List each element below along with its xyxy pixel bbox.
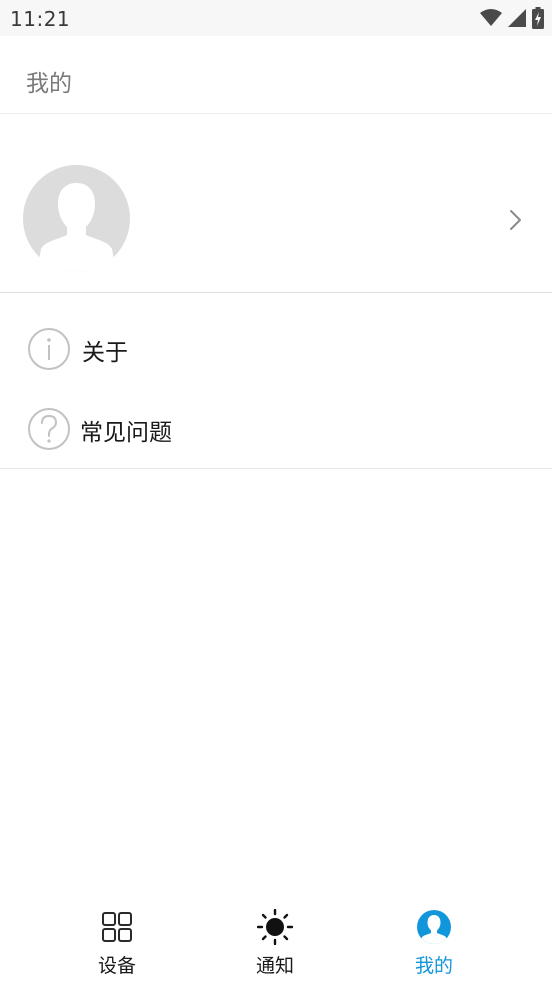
battery-icon — [532, 7, 544, 29]
menu-item-faq[interactable]: 常见问题 — [0, 389, 552, 469]
tab-me[interactable]: 我的 — [374, 895, 494, 983]
tab-label: 我的 — [414, 955, 453, 977]
tab-label: 通知 — [255, 955, 294, 977]
status-time: 11:21 — [10, 7, 71, 31]
app-bar: 我的 — [0, 36, 552, 114]
menu-item-about[interactable]: 关于 — [0, 309, 552, 389]
menu-item-label: 常见问题 — [80, 420, 172, 446]
grid-icon — [102, 912, 132, 942]
bottom-nav: 设备 通知 我的 — [0, 895, 552, 983]
tab-devices[interactable]: 设备 — [57, 895, 177, 983]
page-title: 我的 — [26, 71, 72, 97]
signal-icon — [508, 9, 526, 27]
info-icon — [28, 328, 70, 370]
tab-notifications[interactable]: 通知 — [215, 895, 335, 983]
menu-item-label: 关于 — [82, 340, 128, 366]
wifi-icon — [480, 9, 502, 26]
tab-label: 设备 — [97, 955, 136, 977]
status-bar: 11:21 — [0, 0, 552, 36]
avatar-icon[interactable] — [23, 165, 130, 272]
divider — [0, 468, 552, 469]
person-icon — [417, 910, 451, 944]
status-icons — [480, 6, 544, 30]
help-icon — [28, 408, 70, 450]
sun-icon — [257, 909, 293, 945]
profile-row[interactable] — [0, 114, 552, 293]
chevron-right-icon[interactable] — [505, 207, 525, 233]
